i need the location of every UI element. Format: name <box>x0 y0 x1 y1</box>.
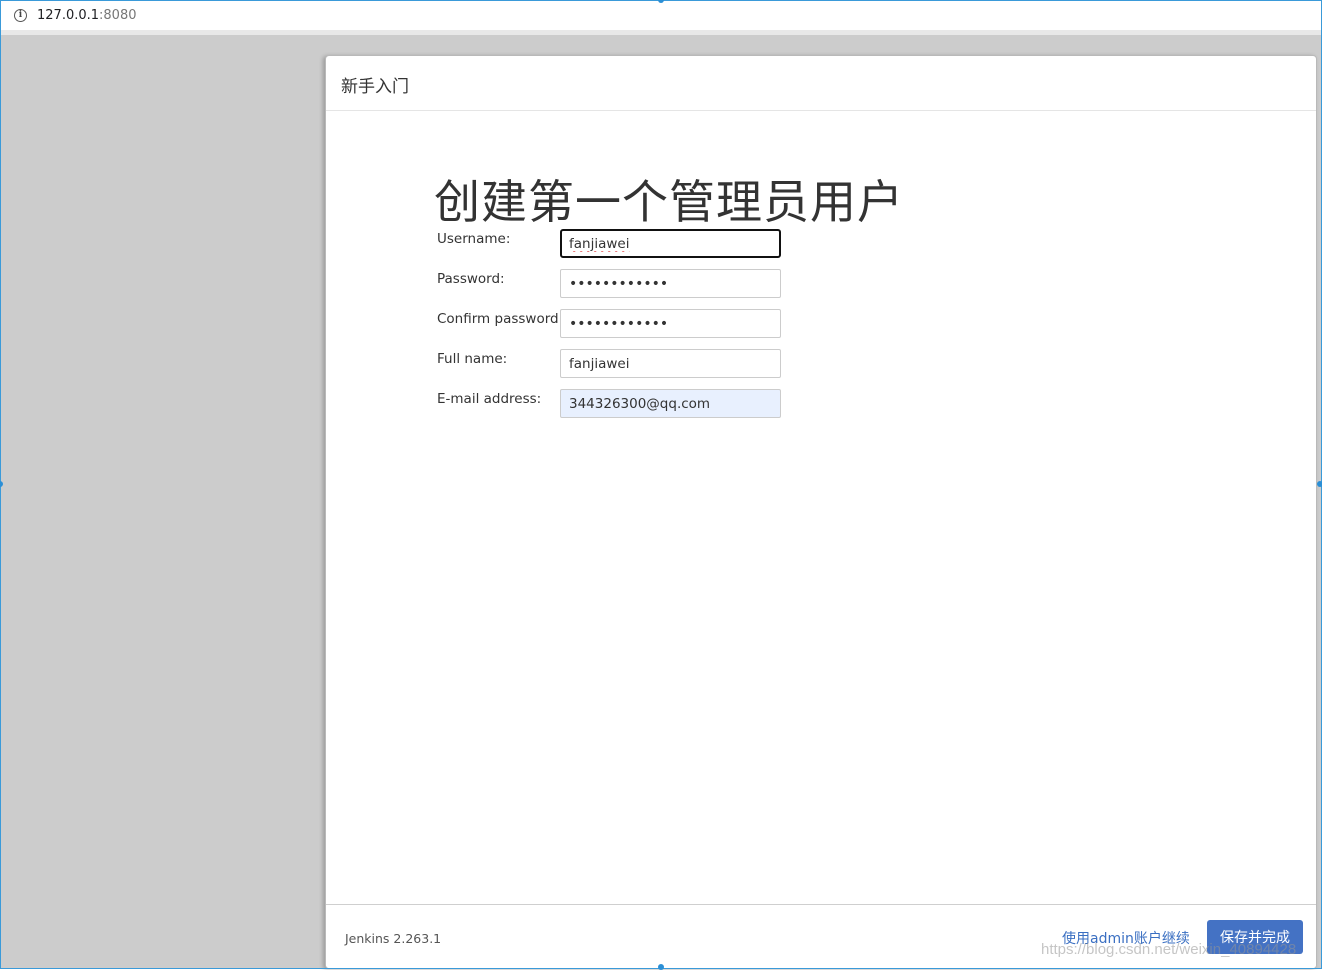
password-input[interactable] <box>560 269 781 298</box>
url-text[interactable]: 127.0.0.1:8080 <box>37 8 137 23</box>
resize-handle-bottom[interactable] <box>658 964 664 970</box>
password-label: Password: <box>437 271 505 287</box>
email-input[interactable] <box>560 389 781 418</box>
confirm-password-input[interactable] <box>560 309 781 338</box>
username-row: Username: <box>326 229 1316 259</box>
email-label: E-mail address: <box>437 391 542 407</box>
dialog-header: 新手入门 <box>326 56 1316 111</box>
resize-handle-right[interactable] <box>1317 481 1322 487</box>
url-host: 127.0.0.1 <box>37 8 100 23</box>
dialog-footer: Jenkins 2.263.1 使用admin账户继续 保存并完成 <box>326 904 1316 968</box>
email-row: E-mail address: <box>326 389 1316 419</box>
full-name-input[interactable] <box>560 349 781 378</box>
setup-wizard-dialog: 新手入门 创建第一个管理员用户 Username: Password: Conf… <box>325 55 1317 969</box>
username-input[interactable] <box>560 229 781 258</box>
watermark: https://blog.csdn.net/weixin_40894428 <box>1041 941 1297 958</box>
username-label: Username: <box>437 231 511 247</box>
page-heading: 创建第一个管理员用户 <box>434 175 904 229</box>
browser-address-bar[interactable]: i 127.0.0.1:8080 <box>1 1 1321 31</box>
password-row: Password: <box>326 269 1316 299</box>
confirm-password-row: Confirm password: <box>326 309 1316 339</box>
full-name-label: Full name: <box>437 351 508 367</box>
full-name-row: Full name: <box>326 349 1316 379</box>
jenkins-version: Jenkins 2.263.1 <box>345 931 442 946</box>
dialog-title: 新手入门 <box>341 77 409 97</box>
info-icon[interactable]: i <box>14 9 27 22</box>
url-port: :8080 <box>99 8 137 23</box>
confirm-password-label: Confirm password: <box>437 311 564 327</box>
